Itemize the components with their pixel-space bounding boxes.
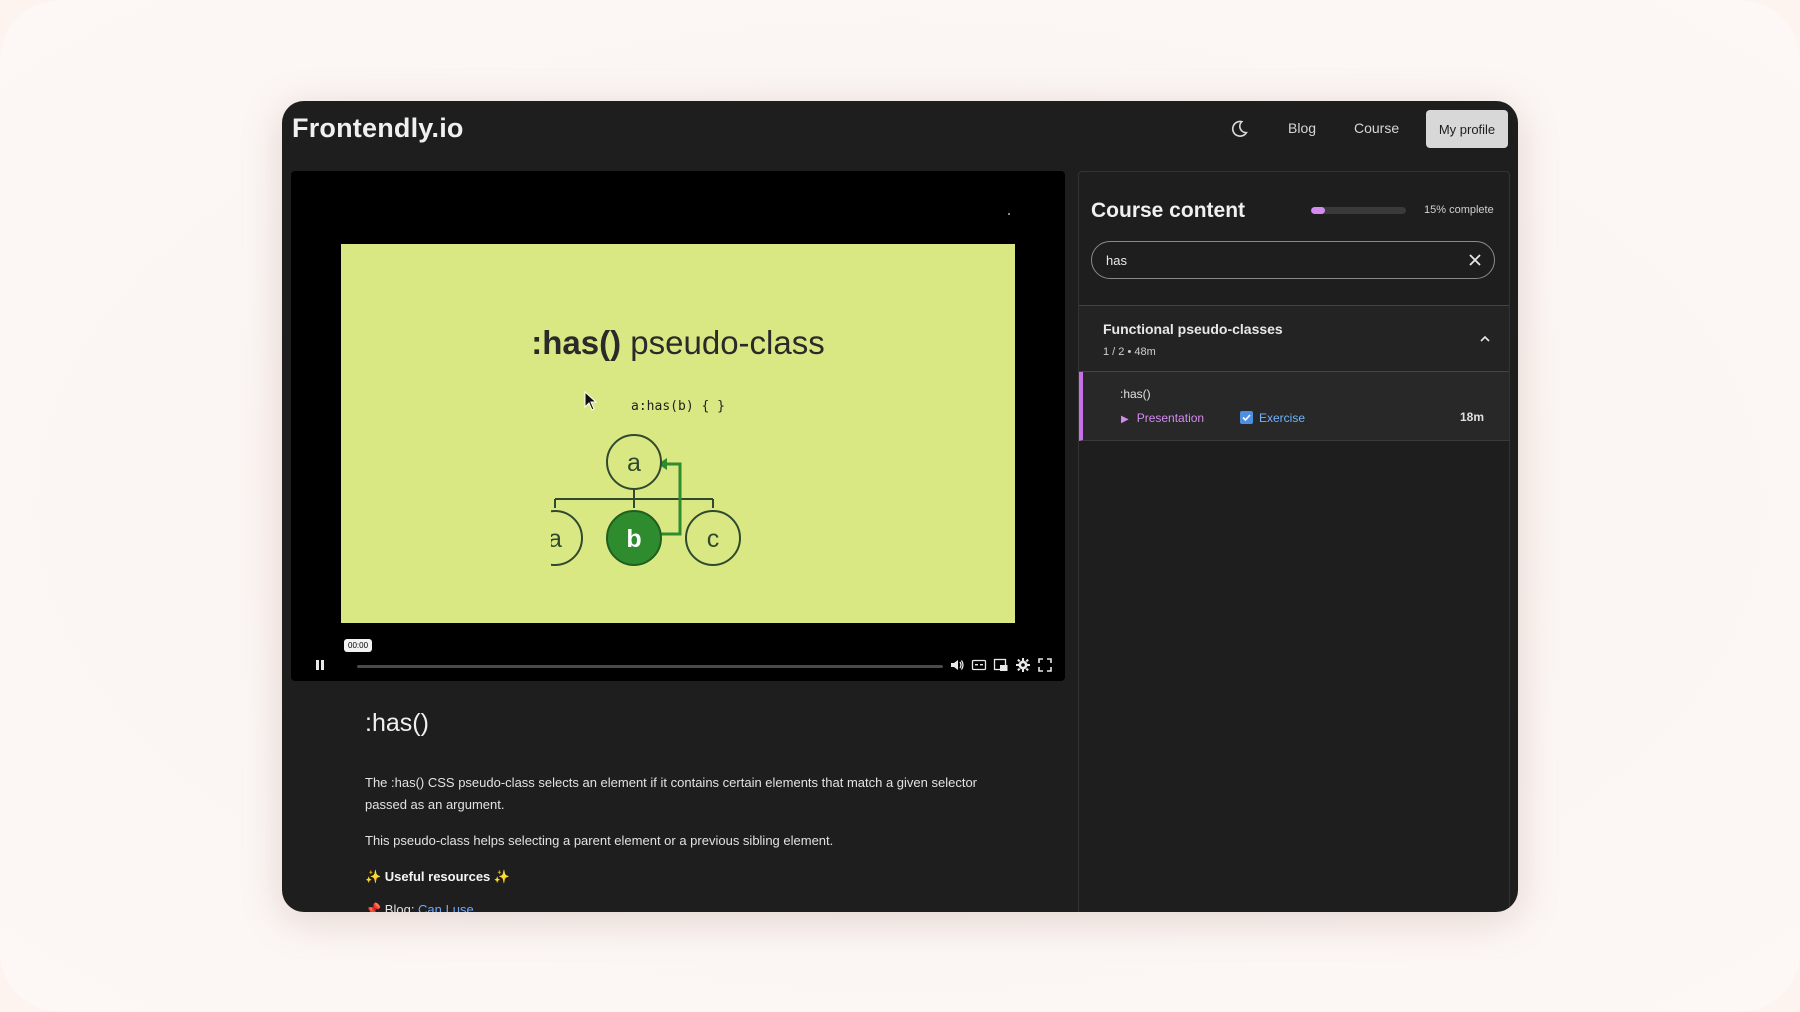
lesson-duration: 18m [1460, 410, 1485, 424]
course-progress-fill [1311, 207, 1326, 214]
pause-icon[interactable] [313, 658, 327, 672]
exercise-label: Exercise [1259, 411, 1306, 425]
resources-heading: ✨ Useful resources ✨ [365, 869, 511, 884]
volume-icon[interactable] [949, 657, 965, 673]
tree-node-root-label: a [627, 449, 641, 477]
video-progress-bar[interactable] [357, 665, 943, 668]
time-badge: 00:00 [344, 639, 373, 652]
logo[interactable]: Frontendly.io [292, 113, 464, 144]
search-box [1091, 241, 1495, 279]
lesson-item-has[interactable]: :has() ▶ Presentation Exercise 18m [1079, 372, 1509, 441]
course-progress-text: 15% complete [1424, 204, 1494, 216]
course-progress-bar [1311, 207, 1406, 214]
checkbox-checked-icon [1240, 411, 1253, 424]
chevron-up-icon[interactable] [1479, 333, 1491, 345]
video-slide: :has() pseudo-class a:has(b) { } a a b c [341, 244, 1015, 623]
resource-prefix: 📌 Blog: [365, 902, 419, 912]
play-icon: ▶ [1121, 414, 1129, 425]
course-sidebar: Course content 15% complete Functional p… [1078, 171, 1510, 912]
resource-link[interactable]: Can I use [418, 902, 474, 912]
description-paragraph-2: This pseudo-class helps selecting a pare… [365, 833, 834, 848]
section-meta: 1 / 2 • 48m [1103, 346, 1156, 358]
lesson-item-title: :has() [1120, 387, 1151, 401]
tree-diagram: a a b c [551, 434, 741, 566]
tree-node-root: a [606, 434, 662, 490]
my-profile-button[interactable]: My profile [1426, 110, 1508, 148]
video-dot [1008, 213, 1010, 215]
video-controls [291, 653, 1065, 681]
description-paragraph-1: The :has() CSS pseudo-class selects an e… [365, 775, 978, 812]
section-title: Functional pseudo-classes [1103, 321, 1283, 337]
search-input[interactable] [1106, 250, 1446, 270]
nav-blog-link[interactable]: Blog [1288, 120, 1316, 136]
video-player[interactable]: :has() pseudo-class a:has(b) { } a a b c… [291, 171, 1065, 681]
tree-node-middle-label: b [626, 525, 641, 553]
header: Frontendly.io Blog Course My profile [282, 101, 1518, 161]
presentation-label: Presentation [1136, 411, 1205, 425]
tree-node-left-label: a [551, 525, 562, 553]
close-icon[interactable] [1467, 252, 1483, 268]
moon-icon[interactable] [1228, 118, 1250, 140]
lesson-description: :has() The :has() CSS pseudo-class selec… [365, 709, 985, 912]
captions-icon[interactable] [971, 657, 987, 673]
slide-title-bold: :has() [531, 324, 622, 361]
slide-title-rest: pseudo-class [621, 324, 825, 361]
slide-code: a:has(b) { } [631, 399, 725, 414]
tree-node-middle: b [606, 510, 662, 566]
sidebar-title: Course content [1091, 199, 1246, 222]
tree-node-right-label: c [707, 525, 720, 553]
nav-course-link[interactable]: Course [1354, 120, 1399, 136]
mouse-cursor-icon [584, 391, 598, 411]
exercise-link[interactable]: Exercise [1240, 411, 1305, 425]
slide-title: :has() pseudo-class [341, 324, 1015, 362]
picture-in-picture-icon[interactable] [993, 657, 1009, 673]
tree-node-right: c [685, 510, 741, 566]
section-functional-pseudo-classes[interactable]: Functional pseudo-classes 1 / 2 • 48m [1079, 305, 1509, 372]
settings-gear-icon[interactable] [1015, 657, 1031, 673]
fullscreen-icon[interactable] [1037, 657, 1053, 673]
app-window: Frontendly.io Blog Course My profile :ha… [282, 101, 1518, 912]
tree-node-left: a [551, 510, 583, 566]
resource-item: 📌 Blog: Can I use [365, 902, 985, 912]
lesson-title: :has() [365, 709, 429, 737]
presentation-link[interactable]: ▶ Presentation [1121, 411, 1204, 425]
